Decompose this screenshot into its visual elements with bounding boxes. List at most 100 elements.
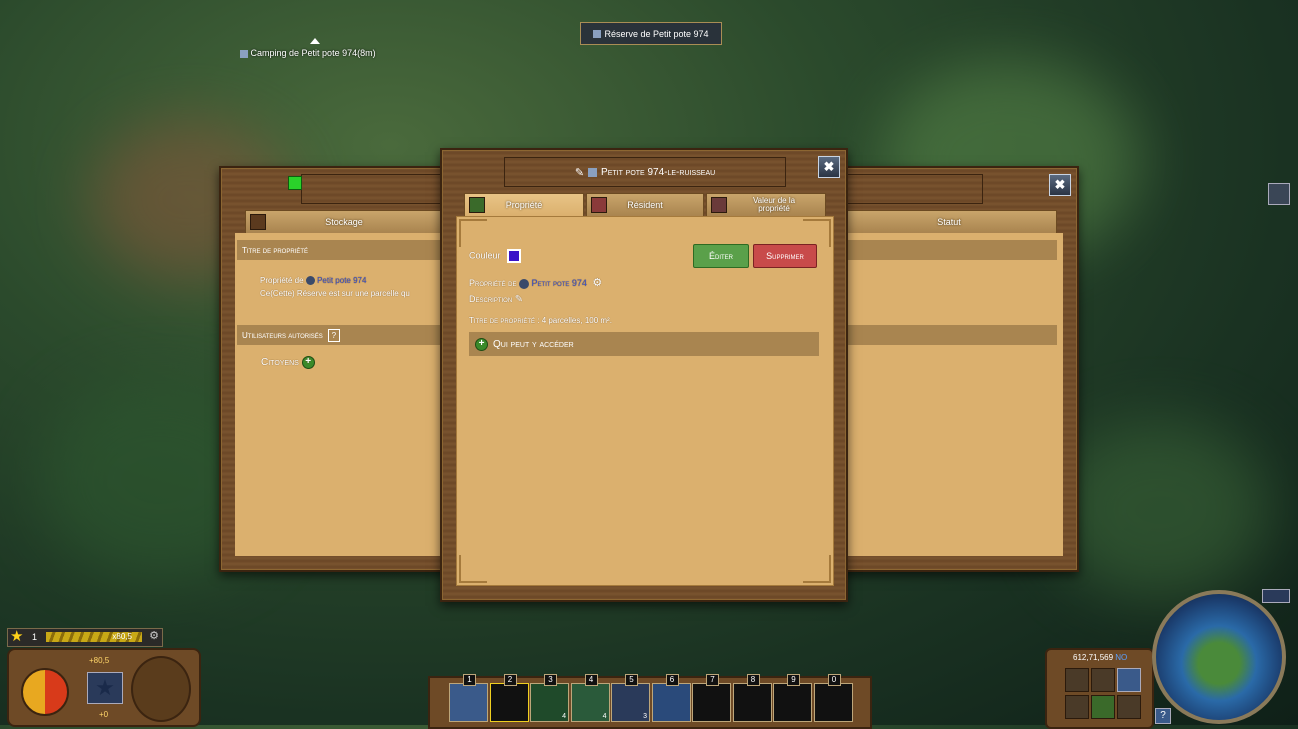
xp-text: x80,5 [112,632,132,641]
property-icon [588,167,598,177]
tool-button-2[interactable] [1091,668,1115,692]
hotbar-slot-number: 7 [706,674,719,686]
hotbar-slot-number: 6 [665,674,679,686]
citizens-row: Citoyens + [261,356,315,369]
tool-button-5[interactable] [1117,695,1141,719]
citizens-label: Citoyens [261,357,299,369]
reserve-icon [593,29,602,38]
hotbar-slot-number: 2 [503,674,517,686]
owned-by-label: Propriété de [469,278,517,288]
camp-marker-text: Camping de Petit pote 974(8m) [250,48,376,58]
globe-icon [519,278,530,289]
ornament-bottom-left [459,555,487,583]
stats-panel: +80,5 ★ +0 [7,648,201,727]
hotbar-slot-7[interactable]: 7 [692,674,731,722]
tab-propriete[interactable]: Propriété [464,193,584,216]
owner-row: Propriété de Petit pote 974 ⚙ [469,276,602,289]
level-bar: ★ 1 x80,5 ⚙ [7,628,163,647]
owner-link[interactable]: Petit pote 974 [317,276,366,285]
storage-close-button[interactable]: ✖ [1049,174,1071,196]
minimap-mode-button[interactable] [1262,589,1290,603]
hotbar-slot-4[interactable]: 44 [570,674,610,722]
tab-statut[interactable]: Statut [841,210,1057,233]
gear-icon[interactable]: ⚙ [592,277,602,289]
ornament-bottom-right [803,555,831,583]
ornament-top-right [803,219,831,247]
tab-statut-label: Statut [937,217,961,227]
food-pie[interactable] [21,668,69,716]
add-citizen-button[interactable]: + [301,356,315,369]
hotbar-slot-1[interactable]: 1 [449,674,488,722]
skill-star-icon[interactable]: ★ [87,672,123,704]
hotbar-slot-number: 3 [544,674,557,686]
tool-button-4[interactable] [1091,695,1115,719]
owner-name-link[interactable]: Petit pote 974 [532,278,587,288]
property-close-button[interactable]: ✖ [818,156,840,178]
food-value: +80,5 [89,656,110,665]
owner-line: Propriété de Petit pote 974 [260,276,366,286]
globe-minimap[interactable] [1152,590,1286,724]
hotbar-slot-6[interactable]: 6 [651,674,691,722]
add-access-icon: + [475,337,488,351]
property-tab-icon [469,197,485,213]
property-title: Petit pote 974-le-ruisseau [601,166,716,178]
level-number: 1 [32,632,38,642]
tab-resident[interactable]: Résident [586,193,704,216]
bg-blob [1050,420,1270,600]
hotbar-slot-number: 5 [625,674,638,686]
color-label: Couleur [469,250,501,261]
pencil-icon[interactable]: ✎ [575,166,584,179]
hotbar-slot-5[interactable]: 53 [611,674,650,722]
hotbar-slot-number: 8 [746,674,760,686]
ornament-top-left [459,219,487,247]
hotbar-slot-9[interactable]: 9 [773,674,812,722]
tab-stockage-label: Stockage [325,217,363,227]
tool-button-3[interactable] [1065,695,1089,719]
reserve-banner-text: Réserve de Petit pote 974 [604,28,709,39]
storage-tab-icon [250,214,266,230]
hotbar-slot-count: 3 [643,713,647,720]
color-swatch[interactable] [507,249,522,263]
side-toggle-button[interactable] [1268,183,1290,205]
map-button[interactable] [1117,668,1141,692]
hotbar-slot-8[interactable]: 8 [732,674,772,722]
xp-bar: x80,5 [46,632,142,642]
triangle-up-icon [310,38,320,44]
direction-value: NO [1115,653,1128,662]
hotbar-slot-number: 9 [787,674,800,686]
hotbar-slot-3[interactable]: 34 [530,674,569,722]
reserve-banner[interactable]: Réserve de Petit pote 974 [580,22,722,45]
description-row: Description ✎ [469,294,523,305]
hotbar-slot-2[interactable]: 2 [489,674,529,722]
camp-icon [240,49,248,58]
camp-marker[interactable]: Camping de Petit pote 974(8m) [240,38,376,58]
description-label: Description [469,294,513,304]
hotbar-slot-number: 4 [584,674,598,686]
star-icon: ★ [10,628,24,645]
green-square-icon [288,176,302,190]
help-button[interactable]: ? [1155,708,1171,724]
tab-valeur[interactable]: Valeur de la propriété [706,193,826,216]
pencil-icon[interactable]: ✎ [515,294,523,305]
hotbar-slot-count: 4 [602,713,607,720]
property-header: ✎ Petit pote 974-le-ruisseau [504,157,786,187]
property-content: Couleur Éditer Supprimer Propriété de Pe… [456,216,834,586]
access-row[interactable]: + Qui peut y accéder [469,332,819,356]
tool-button-1[interactable] [1065,668,1089,692]
resident-tab-icon [591,197,607,213]
coords-value: 612,71,569 [1073,653,1114,662]
help-button[interactable]: ? [327,328,340,342]
owner-line-label: Propriété de [260,276,304,285]
parcel-line: Ce(Cette) Réserve est sur une parcelle q… [260,289,410,298]
coords-readout: 612,71,569 NO [1073,653,1127,662]
authorized-users-label: Utilisateurs autorisés [242,330,323,340]
settings-gear-icon[interactable]: ⚙ [149,629,159,642]
tab-stockage[interactable]: Stockage [245,210,443,233]
delete-button[interactable]: Supprimer [753,244,817,268]
edit-button[interactable]: Éditer [693,244,749,268]
tab-resident-label: Résident [627,200,663,210]
hotbar-slot-0[interactable]: 0 [813,674,853,722]
deed-row: Titre de propriété : 4 parcelles, 100 m²… [469,316,612,325]
tab-valeur-label: Valeur de la propriété [752,196,796,213]
tab-propriete-label: Propriété [505,200,543,210]
